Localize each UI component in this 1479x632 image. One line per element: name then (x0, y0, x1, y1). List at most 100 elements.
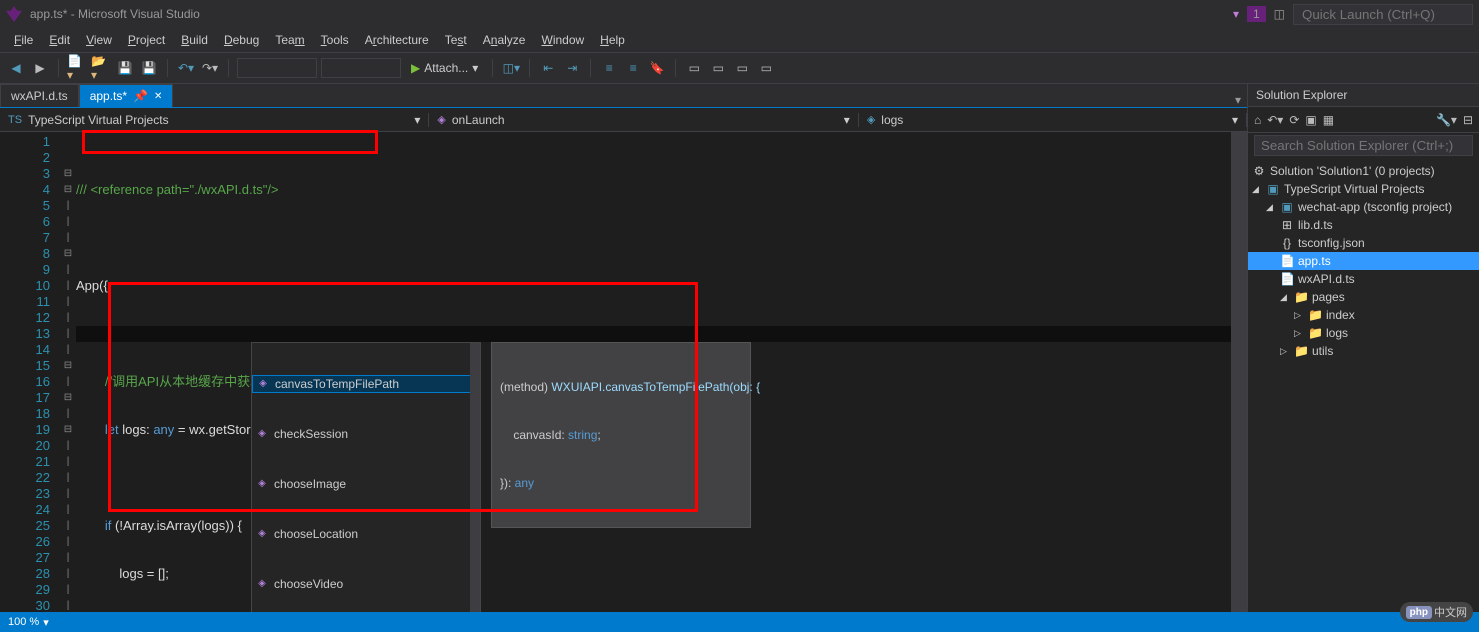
pin-icon[interactable]: ⊟ (1463, 113, 1473, 127)
bookmark-button[interactable]: 🔖 (647, 58, 667, 78)
platform-dropdown[interactable] (321, 58, 401, 78)
file-tab-wxapi[interactable]: wxAPI.d.ts (0, 84, 79, 107)
zoom-dropdown-icon[interactable]: ▾ (43, 616, 49, 629)
menu-team[interactable]: Team (267, 29, 312, 51)
layer-button-3[interactable]: ▭ (732, 58, 752, 78)
line-number: 11 (0, 294, 50, 310)
sync-icon[interactable]: ⟳ (1289, 113, 1299, 127)
line-number: 4 (0, 182, 50, 198)
config-dropdown[interactable] (237, 58, 317, 78)
layer-button-2[interactable]: ▭ (708, 58, 728, 78)
menu-file[interactable]: File (6, 29, 41, 51)
tooltip-text: WXUIAPI.canvasToTempFilePath(obj: { (551, 380, 760, 394)
tree-tsconfig[interactable]: {}tsconfig.json (1248, 234, 1479, 252)
autocomplete-item[interactable]: ◈chooseImage (252, 475, 480, 493)
line-number: 9 (0, 262, 50, 278)
tree-solution[interactable]: ⚙Solution 'Solution1' (0 projects) (1248, 162, 1479, 180)
save-button[interactable]: 💾 (115, 58, 135, 78)
method-icon: ◈ (257, 378, 269, 390)
expand-icon[interactable]: ▷ (1280, 346, 1290, 357)
solution-search-input[interactable] (1254, 135, 1473, 156)
new-file-button[interactable]: 📄▾ (67, 58, 87, 78)
menu-window[interactable]: Window (533, 29, 592, 51)
toolbar: ◀ ▶ 📄▾ 📂▾ 💾 💾 ↶▾ ↷▾ ▶Attach...▾ ◫▾ ⇤ ⇥ ≡… (0, 52, 1479, 84)
menu-debug[interactable]: Debug (216, 29, 267, 51)
tree-wxapi[interactable]: 📄wxAPI.d.ts (1248, 270, 1479, 288)
layer-button-1[interactable]: ▭ (684, 58, 704, 78)
autocomplete-item[interactable]: ◈canvasToTempFilePath (252, 375, 480, 393)
field-icon: ◈ (867, 113, 875, 126)
uncomment-button[interactable]: ≡ (623, 58, 643, 78)
tree-project[interactable]: ◢▣TypeScript Virtual Projects (1248, 180, 1479, 198)
comment-button[interactable]: ≡ (599, 58, 619, 78)
file-tab-app[interactable]: app.ts*📌✕ (79, 84, 174, 107)
zoom-level[interactable]: 100 % (8, 616, 39, 628)
expand-icon[interactable]: ▷ (1294, 310, 1304, 321)
properties-icon[interactable]: 🔧▾ (1436, 113, 1457, 127)
menu-architecture[interactable]: Architecture (357, 29, 437, 51)
attach-button[interactable]: ▶Attach...▾ (405, 61, 484, 75)
autocomplete-item[interactable]: ◈chooseLocation (252, 525, 480, 543)
code-area[interactable]: 1 2 3 4 5 6 7 8 9 10 11 12 13 14 15 16 1… (0, 132, 1247, 612)
layer-button-4[interactable]: ▭ (756, 58, 776, 78)
pin-icon[interactable]: 📌 (133, 89, 148, 103)
menu-test[interactable]: Test (437, 29, 475, 51)
toolbox-button-1[interactable]: ◫▾ (501, 58, 521, 78)
solution-explorer-panel: Solution Explorer ⌂ ↶▾ ⟳ ▣ ▦ 🔧▾ ⊟ ⚙Solut… (1247, 84, 1479, 612)
save-all-button[interactable]: 💾 (139, 58, 159, 78)
autocomplete-popup[interactable]: ◈canvasToTempFilePath ◈checkSession ◈cho… (251, 342, 481, 612)
context-project[interactable]: TSTypeScript Virtual Projects▾ (0, 113, 429, 127)
quick-launch-input[interactable] (1293, 4, 1473, 25)
tree-wechat[interactable]: ◢▣wechat-app (tsconfig project) (1248, 198, 1479, 216)
filter-icon[interactable]: ▾ (1233, 7, 1239, 21)
code-content[interactable]: /// <reference path="./wxAPI.d.ts"/> App… (76, 132, 1231, 612)
solution-tree[interactable]: ⚙Solution 'Solution1' (0 projects) ◢▣Typ… (1248, 158, 1479, 364)
autocomplete-item[interactable]: ◈checkSession (252, 425, 480, 443)
menu-analyze[interactable]: Analyze (475, 29, 534, 51)
fold-gutter[interactable]: ⊟⊟|||⊟||||||⊟|⊟|⊟||||||||||| (60, 132, 76, 612)
expand-icon[interactable]: ◢ (1266, 202, 1276, 213)
context-function[interactable]: ◈onLaunch▾ (429, 113, 858, 127)
close-icon[interactable]: ✕ (154, 91, 162, 102)
context-variable[interactable]: ◈logs▾ (859, 113, 1247, 127)
tooltip-text: string (568, 428, 597, 442)
menu-build[interactable]: Build (173, 29, 216, 51)
expand-icon[interactable]: ◢ (1280, 292, 1290, 303)
back-icon[interactable]: ↶▾ (1267, 113, 1283, 127)
menu-help[interactable]: Help (592, 29, 633, 51)
collapse-icon[interactable]: ▣ (1305, 113, 1316, 127)
show-all-icon[interactable]: ▦ (1323, 113, 1334, 127)
nav-back-button[interactable]: ◀ (6, 58, 26, 78)
home-icon[interactable]: ⌂ (1254, 113, 1261, 127)
line-number: 19 (0, 422, 50, 438)
tab-dropdown-icon[interactable]: ▾ (1235, 93, 1241, 107)
window-title: app.ts* - Microsoft Visual Studio (30, 7, 200, 21)
expand-icon[interactable]: ◢ (1252, 184, 1262, 195)
redo-button[interactable]: ↷▾ (200, 58, 220, 78)
menu-edit[interactable]: Edit (41, 29, 78, 51)
menu-tools[interactable]: Tools (313, 29, 357, 51)
notification-badge[interactable]: 1 (1247, 6, 1266, 22)
menu-view[interactable]: View (78, 29, 120, 51)
indent-right-button[interactable]: ⇥ (562, 58, 582, 78)
tree-logs[interactable]: ▷📁logs (1248, 324, 1479, 342)
tree-app[interactable]: 📄app.ts (1248, 252, 1479, 270)
editor-scrollbar[interactable] (1231, 132, 1247, 612)
feedback-icon[interactable]: ◫ (1274, 7, 1285, 21)
line-number: 28 (0, 566, 50, 582)
expand-icon[interactable]: ▷ (1294, 328, 1304, 339)
line-number: 15 (0, 358, 50, 374)
tree-index[interactable]: ▷📁index (1248, 306, 1479, 324)
menu-project[interactable]: Project (120, 29, 173, 51)
tree-lib[interactable]: ⊞lib.d.ts (1248, 216, 1479, 234)
indent-left-button[interactable]: ⇤ (538, 58, 558, 78)
autocomplete-item[interactable]: ◈chooseVideo (252, 575, 480, 593)
open-button[interactable]: 📂▾ (91, 58, 111, 78)
nav-forward-button[interactable]: ▶ (30, 58, 50, 78)
toolbar-separator (675, 59, 676, 77)
tree-utils[interactable]: ▷📁utils (1248, 342, 1479, 360)
undo-button[interactable]: ↶▾ (176, 58, 196, 78)
autocomplete-label: chooseLocation (274, 526, 358, 542)
autocomplete-scrollbar[interactable] (470, 343, 480, 612)
tree-pages[interactable]: ◢📁pages (1248, 288, 1479, 306)
